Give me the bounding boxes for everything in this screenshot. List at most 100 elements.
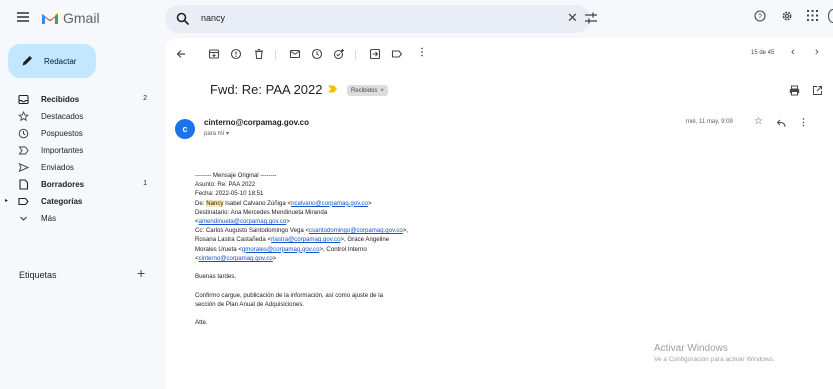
email-link[interactable]: cinterno@corpamag.gov.co xyxy=(199,255,273,262)
email-link[interactable]: ncalvano@corpamag.gov.co xyxy=(291,200,368,207)
message-body: -------- Mensaje Original -------- Asunt… xyxy=(195,171,525,327)
chevron-down-icon xyxy=(20,216,27,221)
settings-icon[interactable] xyxy=(781,10,793,22)
body-text: >, Grace Angeline xyxy=(340,236,390,244)
body-text: Rosana Lastra Castañeda < xyxy=(195,236,272,244)
message-subject: Fwd: Re: PAA 2022 xyxy=(210,82,323,97)
importance-marker-icon[interactable] xyxy=(328,84,338,94)
search-icon[interactable] xyxy=(176,12,190,26)
report-spam-icon[interactable] xyxy=(230,48,242,60)
search-input[interactable]: nancy xyxy=(201,13,225,23)
body-text: Isabel Calvano Zúñiga < xyxy=(223,199,292,207)
caret-down-icon: ▾ xyxy=(226,131,230,137)
sidebar-item-categories[interactable]: ▸ Categorías xyxy=(0,194,165,210)
sidebar-item-drafts[interactable]: Borradores 1 xyxy=(0,177,165,193)
sidebar-item-label: Pospuestos xyxy=(41,129,83,138)
sidebar-item-label: Recibidos xyxy=(41,95,80,104)
email-link[interactable]: gmorales@corpamag.gov.co xyxy=(242,246,320,253)
newer-chevron-icon[interactable]: ‹ xyxy=(791,46,795,58)
add-label-icon[interactable]: + xyxy=(137,265,145,281)
search-bar[interactable]: nancy ✕ xyxy=(165,5,597,33)
body-line: Rosana Lastra Castañeda <rlastra@corpama… xyxy=(195,235,525,244)
label-chip[interactable]: Recibidos × xyxy=(347,85,388,96)
open-new-window-icon[interactable] xyxy=(812,85,823,96)
send-icon xyxy=(18,162,29,173)
back-icon[interactable] xyxy=(175,48,187,60)
label-icon xyxy=(18,197,29,206)
body-line: Cc: Carlos Augusto Santodomingo Vega <cs… xyxy=(195,226,525,235)
recipient-details[interactable]: para mí ▾ xyxy=(204,130,229,137)
body-line: Confirmo cargue, publicación de la infor… xyxy=(195,291,383,299)
email-link[interactable]: amendinueta@corpamag.gov.co xyxy=(199,218,287,225)
pagination-count: 15 de 45 xyxy=(751,50,775,56)
body-line: Asunto: Re: PAA 2022 xyxy=(195,181,256,189)
body-line: Morales Urueta <gmorales@corpamag.gov.co… xyxy=(195,245,525,254)
add-task-icon[interactable] xyxy=(333,48,345,60)
search-highlight: Nancy xyxy=(206,199,224,207)
body-line: Destinatario: Ana Mercedes Mendinueta Mi… xyxy=(195,208,328,216)
archive-icon[interactable] xyxy=(208,48,220,60)
mark-unread-icon[interactable] xyxy=(289,48,301,60)
older-chevron-icon[interactable]: › xyxy=(815,46,819,58)
avatar[interactable]: c xyxy=(175,119,195,139)
email-link[interactable]: rlastra@corpamag.gov.co xyxy=(271,236,340,243)
move-to-icon[interactable] xyxy=(369,48,381,60)
sidebar-item-label: Categorías xyxy=(41,197,83,206)
unread-count: 2 xyxy=(143,95,147,102)
sidebar-item-inbox[interactable]: Recibidos 2 xyxy=(0,92,165,108)
sidebar-item-important[interactable]: Importantes xyxy=(0,143,165,159)
sidebar-item-snoozed[interactable]: Pospuestos xyxy=(0,126,165,142)
draft-icon xyxy=(19,179,29,190)
body-line: Atte. xyxy=(195,319,208,327)
clear-search-icon[interactable]: ✕ xyxy=(567,11,578,25)
app-name: Gmail xyxy=(63,10,100,26)
sidebar-item-label: Enviados xyxy=(41,163,74,172)
inbox-icon xyxy=(18,94,29,105)
watermark-title: Activar Windows xyxy=(654,343,728,354)
sidebar-item-label: Destacados xyxy=(41,112,84,121)
label-chip-text: Recibidos xyxy=(351,87,378,94)
body-text: > xyxy=(286,218,290,226)
star-icon[interactable]: ☆ xyxy=(754,116,763,127)
snooze-icon[interactable] xyxy=(311,48,323,60)
expand-arrow-icon[interactable]: ▸ xyxy=(5,197,8,204)
toolbar-divider xyxy=(355,50,356,60)
compose-button[interactable]: Redactar xyxy=(8,44,96,78)
message-view: ⋮ 15 de 45 ‹ › Fwd: Re: PAA 2022 Recibid… xyxy=(165,38,833,389)
sidebar-item-label: Borradores xyxy=(41,180,85,189)
clock-icon xyxy=(18,128,29,139)
important-icon xyxy=(18,146,29,155)
main-menu-icon[interactable] xyxy=(17,12,29,22)
body-text: De: xyxy=(195,199,207,207)
sidebar-item-sent[interactable]: Enviados xyxy=(0,160,165,176)
search-options-icon[interactable] xyxy=(584,11,598,25)
reply-icon[interactable] xyxy=(776,119,786,129)
body-line: sección de Plan Anual de Adquisiciones. xyxy=(195,300,305,308)
recipient-label: para mí xyxy=(204,131,225,137)
help-icon[interactable]: ? xyxy=(754,10,766,22)
body-text: >, xyxy=(402,227,409,235)
toolbar-divider xyxy=(275,50,276,60)
body-line: Fecha: 2022-05-10 18:51 xyxy=(195,190,264,198)
star-icon xyxy=(18,111,29,122)
message-more-icon[interactable]: ⋮ xyxy=(799,117,808,128)
body-text: > xyxy=(367,199,372,207)
body-text: >, Control Interno xyxy=(319,245,367,253)
body-line: De: Nancy Isabel Calvano Zúñiga <ncalvan… xyxy=(195,199,525,208)
sidebar-item-starred[interactable]: Destacados xyxy=(0,109,165,125)
body-line: -------- Mensaje Original -------- xyxy=(195,172,277,179)
gmail-logo[interactable]: Gmail xyxy=(41,9,100,27)
account-avatar[interactable] xyxy=(828,9,833,23)
print-icon[interactable] xyxy=(789,85,800,96)
sidebar-item-more[interactable]: Más xyxy=(0,211,165,227)
remove-label-icon[interactable]: × xyxy=(380,88,384,94)
sender-email[interactable]: cinterno@corpamag.gov.co xyxy=(204,118,309,127)
email-link[interactable]: csantodomingo@corpamag.gov.co xyxy=(309,227,403,234)
more-options-icon[interactable]: ⋮ xyxy=(417,47,427,58)
delete-icon[interactable] xyxy=(253,48,265,60)
gmail-m-icon xyxy=(42,12,58,24)
apps-grid-icon[interactable] xyxy=(807,10,818,21)
labels-icon[interactable] xyxy=(391,48,403,60)
